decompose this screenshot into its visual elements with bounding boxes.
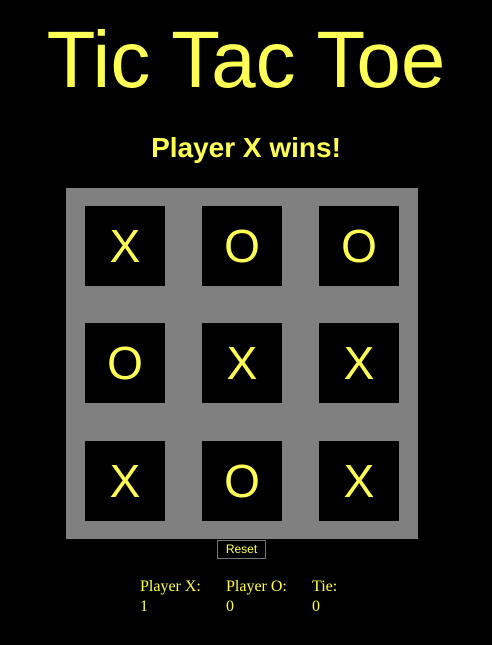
score-player-o: Player O: 0 bbox=[226, 577, 287, 617]
score-label: Tie: bbox=[312, 578, 338, 595]
score-value: 1 bbox=[140, 598, 148, 615]
cell-7[interactable]: O bbox=[202, 441, 282, 521]
game-title: Tic Tac Toe bbox=[46, 15, 446, 104]
cell-2[interactable]: O bbox=[319, 206, 399, 286]
score-value: 0 bbox=[312, 598, 320, 615]
game-status: Player X wins! bbox=[151, 132, 341, 163]
cell-8[interactable]: X bbox=[319, 441, 399, 521]
reset-button[interactable]: Reset bbox=[217, 540, 266, 559]
cell-1[interactable]: O bbox=[202, 206, 282, 286]
cell-4[interactable]: X bbox=[202, 323, 282, 403]
cell-3[interactable]: O bbox=[85, 323, 165, 403]
game-board: X O O O X X X O X bbox=[66, 188, 418, 539]
score-tie: Tie: 0 bbox=[312, 577, 337, 617]
score-value: 0 bbox=[226, 598, 234, 615]
score-player-x: Player X: 1 bbox=[140, 577, 201, 617]
cell-6[interactable]: X bbox=[85, 441, 165, 521]
cell-0[interactable]: X bbox=[85, 206, 165, 286]
cell-5[interactable]: X bbox=[319, 323, 399, 403]
score-label: Player X: bbox=[140, 578, 201, 595]
score-label: Player O: bbox=[226, 578, 287, 595]
